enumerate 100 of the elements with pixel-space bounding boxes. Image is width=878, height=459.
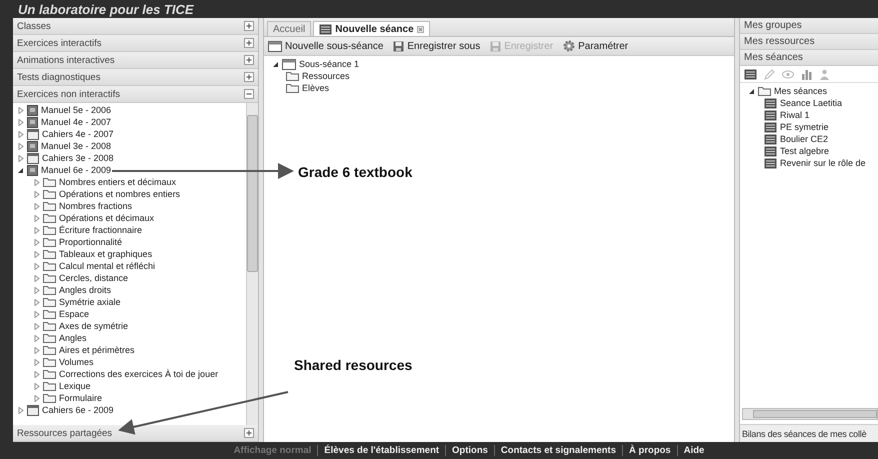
collapsed-arrow-icon[interactable] xyxy=(33,358,40,366)
tree-item[interactable]: Cahiers 4e - 2007 xyxy=(42,128,114,140)
tree-item[interactable]: Ressources xyxy=(302,70,350,82)
accordion-header[interactable]: Mes séances xyxy=(740,50,878,66)
expand-icon[interactable] xyxy=(244,72,254,82)
collapsed-arrow-icon[interactable] xyxy=(17,130,24,138)
tree-item[interactable]: Angles droits xyxy=(59,284,112,296)
tree-item[interactable]: Volumes xyxy=(59,356,94,368)
toolbar-button[interactable]: Enregistrer sous xyxy=(393,40,480,52)
eye-icon[interactable] xyxy=(782,70,794,78)
collapsed-arrow-icon[interactable] xyxy=(17,118,24,126)
collapsed-arrow-icon[interactable] xyxy=(17,106,24,114)
tree-item[interactable]: PE symetrie xyxy=(780,121,829,133)
close-icon[interactable] xyxy=(416,26,424,32)
bar-chart-icon[interactable] xyxy=(801,68,812,80)
tree-item[interactable]: Angles xyxy=(59,332,87,344)
expanded-arrow-icon[interactable] xyxy=(272,60,279,68)
collapsed-arrow-icon[interactable] xyxy=(33,202,40,210)
collapsed-arrow-icon[interactable] xyxy=(33,346,40,354)
accordion-header[interactable]: Mes groupes xyxy=(740,18,878,34)
menu-link[interactable]: Aide xyxy=(676,445,710,456)
scrollbar[interactable] xyxy=(742,408,878,420)
tree-item[interactable]: Nombres fractions xyxy=(59,200,132,212)
tree-item[interactable]: Boulier CE2 xyxy=(780,133,828,145)
tree-item[interactable]: Opérations et décimaux xyxy=(59,212,154,224)
accordion-header[interactable]: Mes ressources xyxy=(740,34,878,50)
tab[interactable]: Accueil xyxy=(267,21,312,36)
collapsed-arrow-icon[interactable] xyxy=(33,382,40,390)
accordion-header[interactable]: Classes xyxy=(13,18,258,35)
accordion-header[interactable]: Exercices non interactifs xyxy=(13,86,258,103)
tree-item[interactable]: Espace xyxy=(59,308,90,320)
collapsed-arrow-icon[interactable] xyxy=(33,274,40,282)
tree-item[interactable]: Calcul mental et réfléchi xyxy=(59,260,156,272)
collapsed-arrow-icon[interactable] xyxy=(33,370,40,378)
tree-item[interactable]: Cahiers 6e - 2009 xyxy=(42,404,114,416)
tree-item[interactable]: Manuel 5e - 2006 xyxy=(41,104,112,116)
collapsed-arrow-icon[interactable] xyxy=(33,238,40,246)
tree-item[interactable]: Tableaux et graphiques xyxy=(59,248,152,260)
session-icon[interactable] xyxy=(744,68,757,80)
tree-item[interactable]: Sous-séance 1 xyxy=(299,58,360,70)
tree-item[interactable]: Lexique xyxy=(59,380,91,392)
tree-item[interactable]: Manuel 6e - 2009 xyxy=(41,164,112,176)
tree-item[interactable]: Manuel 4e - 2007 xyxy=(41,116,112,128)
expand-icon[interactable] xyxy=(244,428,254,438)
pencil-icon[interactable] xyxy=(764,68,775,80)
collapsed-arrow-icon[interactable] xyxy=(33,322,40,330)
menu-link[interactable]: À propos xyxy=(622,445,677,456)
person-icon[interactable] xyxy=(819,68,830,80)
tree-item[interactable]: Cahiers 3e - 2008 xyxy=(42,152,114,164)
tree-item[interactable]: Écriture fractionnaire xyxy=(59,224,142,236)
menu-link[interactable]: Élèves de l'établissement xyxy=(317,445,446,456)
expanded-arrow-icon[interactable] xyxy=(17,166,24,174)
tree-item[interactable]: Elèves xyxy=(302,82,330,94)
tree-item[interactable]: Proportionnalité xyxy=(59,236,122,248)
accordion-header[interactable]: Exercices interactifs xyxy=(13,35,258,52)
tree-item[interactable]: Test algebre xyxy=(780,145,830,157)
tree-item[interactable]: Symétrie axiale xyxy=(59,296,121,308)
collapsed-arrow-icon[interactable] xyxy=(33,262,40,270)
collapsed-arrow-icon[interactable] xyxy=(33,298,40,306)
tree-item[interactable]: Opérations et nombres entiers xyxy=(59,188,180,200)
session-icon xyxy=(764,110,777,120)
tree-item[interactable]: Riwal 1 xyxy=(780,109,810,121)
expand-icon[interactable] xyxy=(244,55,254,65)
expanded-arrow-icon[interactable] xyxy=(748,88,755,94)
tree-item[interactable]: Formulaire xyxy=(59,392,102,404)
expand-icon[interactable] xyxy=(244,38,254,48)
menu-link[interactable]: Options xyxy=(445,445,494,456)
collapsed-arrow-icon[interactable] xyxy=(33,334,40,342)
accordion-header[interactable]: Tests diagnostiques xyxy=(13,69,258,86)
collapsed-arrow-icon[interactable] xyxy=(33,286,40,294)
accordion-header[interactable]: Animations interactives xyxy=(13,52,258,69)
collapsed-arrow-icon[interactable] xyxy=(17,142,24,150)
toolbar-button[interactable]: Nouvelle sous-séance xyxy=(268,40,384,52)
collapsed-arrow-icon[interactable] xyxy=(33,190,40,198)
tree-item[interactable]: Seance Laetitia xyxy=(780,97,842,109)
collapse-icon[interactable] xyxy=(244,89,254,99)
tree-item[interactable]: Aires et périmètres xyxy=(59,344,135,356)
tree-item[interactable]: Mes séances xyxy=(774,85,828,97)
collapsed-arrow-icon[interactable] xyxy=(17,406,24,414)
tab[interactable]: Nouvelle séance xyxy=(313,21,430,36)
tree-item[interactable]: Cercles, distance xyxy=(59,272,128,284)
expand-icon[interactable] xyxy=(244,21,254,31)
scrollbar[interactable] xyxy=(246,103,258,425)
tree-item[interactable]: Axes de symétrie xyxy=(59,320,128,332)
tree-item[interactable]: Corrections des exercices À toi de jouer xyxy=(59,368,218,380)
accordion-header[interactable]: Bilans des séances de mes collè xyxy=(740,424,878,442)
tree-item[interactable]: Nombres entiers et décimaux xyxy=(59,176,176,188)
tree-item[interactable]: Manuel 3e - 2008 xyxy=(41,140,112,152)
tree-item[interactable]: Revenir sur le rôle de xyxy=(780,157,866,169)
collapsed-arrow-icon[interactable] xyxy=(33,214,40,222)
collapsed-arrow-icon[interactable] xyxy=(17,154,24,162)
collapsed-arrow-icon[interactable] xyxy=(33,394,40,402)
folder-icon xyxy=(43,177,56,187)
collapsed-arrow-icon[interactable] xyxy=(33,250,40,258)
toolbar-button[interactable]: Paramétrer xyxy=(563,40,628,52)
collapsed-arrow-icon[interactable] xyxy=(33,310,40,318)
menu-link[interactable]: Contacts et signalements xyxy=(494,445,622,456)
collapsed-arrow-icon[interactable] xyxy=(33,226,40,234)
accordion-header[interactable]: Ressources partagées xyxy=(13,425,258,442)
collapsed-arrow-icon[interactable] xyxy=(33,178,40,186)
